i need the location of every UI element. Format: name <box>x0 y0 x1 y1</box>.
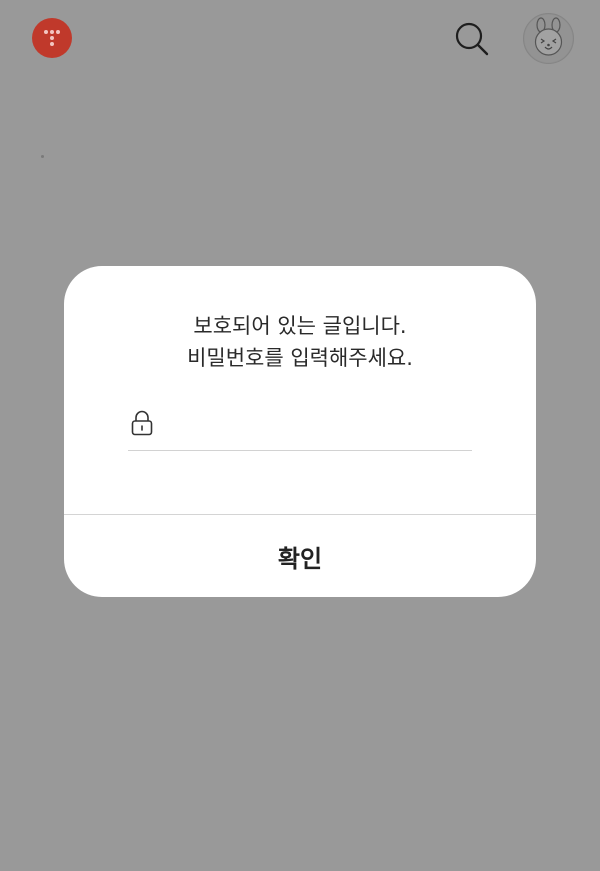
dialog-message: 보호되어 있는 글입니다. 비밀번호를 입력해주세요. <box>64 310 536 374</box>
logo-dot <box>50 30 54 34</box>
bunny-avatar-icon <box>524 14 573 63</box>
confirm-button[interactable]: 확인 <box>64 515 536 597</box>
dialog-message-line1: 보호되어 있는 글입니다. <box>193 314 407 338</box>
search-button[interactable] <box>452 20 492 60</box>
lock-icon <box>131 410 153 436</box>
logo-dot <box>56 30 60 34</box>
logo-dot <box>50 36 54 40</box>
top-bar <box>0 0 600 80</box>
search-icon <box>455 22 489 56</box>
app-logo-icon[interactable] <box>32 18 72 58</box>
logo-dot <box>44 30 48 34</box>
background-speck <box>41 155 44 158</box>
profile-avatar[interactable] <box>523 13 574 64</box>
password-input[interactable] <box>168 408 464 442</box>
dialog-message-line2: 비밀번호를 입력해주세요. <box>187 346 413 370</box>
logo-dot <box>50 42 54 46</box>
password-field-row <box>128 404 472 451</box>
password-dialog: 보호되어 있는 글입니다. 비밀번호를 입력해주세요. 확인 <box>64 266 536 597</box>
